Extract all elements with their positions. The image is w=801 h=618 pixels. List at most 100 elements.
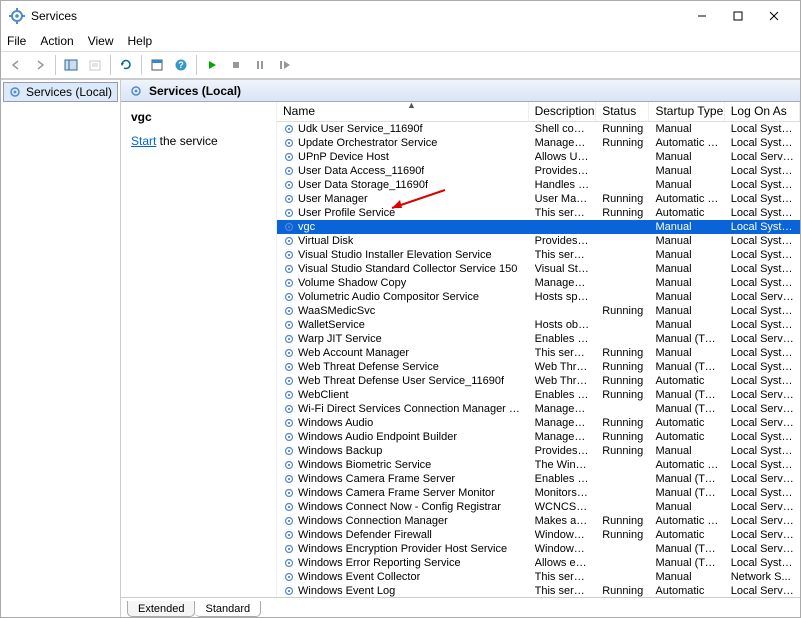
service-row[interactable]: Windows Biometric ServiceThe Windo...Aut… bbox=[277, 458, 800, 472]
service-icon bbox=[283, 459, 295, 471]
service-row[interactable]: Web Threat Defense User Service_11690fWe… bbox=[277, 374, 800, 388]
start-service-link[interactable]: Start bbox=[131, 134, 156, 148]
service-icon bbox=[283, 165, 295, 177]
service-row[interactable]: Update Orchestrator ServiceManages W...R… bbox=[277, 136, 800, 150]
forward-button[interactable] bbox=[29, 54, 51, 76]
service-row[interactable]: UPnP Device HostAllows UPn...ManualLocal… bbox=[277, 150, 800, 164]
service-row[interactable]: Windows Camera Frame Server MonitorMonit… bbox=[277, 486, 800, 500]
service-row[interactable]: Virtual DiskProvides m...ManualLocal Sys… bbox=[277, 234, 800, 248]
service-row[interactable]: Windows Event CollectorThis service ...M… bbox=[277, 570, 800, 584]
content-header: Services (Local) bbox=[121, 80, 800, 102]
service-row[interactable]: Windows Event LogThis service ...Running… bbox=[277, 584, 800, 597]
service-row[interactable]: Web Account ManagerThis service ...Runni… bbox=[277, 346, 800, 360]
service-startup-cell: Manual bbox=[655, 444, 691, 458]
service-name-cell: Web Threat Defense Service bbox=[298, 360, 439, 374]
export-list-button[interactable] bbox=[84, 54, 106, 76]
service-row[interactable]: Visual Studio Standard Collector Service… bbox=[277, 262, 800, 276]
col-header-status[interactable]: Status bbox=[596, 102, 649, 121]
service-icon bbox=[283, 179, 295, 191]
service-icon bbox=[283, 501, 295, 513]
service-status-cell: Running bbox=[602, 136, 643, 150]
service-row[interactable]: Windows Encryption Provider Host Service… bbox=[277, 542, 800, 556]
col-header-description[interactable]: Description bbox=[529, 102, 597, 121]
maximize-button[interactable] bbox=[720, 2, 756, 30]
service-row[interactable]: User ManagerUser Manag...RunningAutomati… bbox=[277, 192, 800, 206]
service-logon-cell: Local Syste... bbox=[731, 220, 794, 234]
tab-extended[interactable]: Extended bbox=[127, 601, 195, 617]
service-row[interactable]: Wi-Fi Direct Services Connection Manager… bbox=[277, 402, 800, 416]
service-row[interactable]: User Data Access_11690fProvides ap...Man… bbox=[277, 164, 800, 178]
restart-service-button[interactable] bbox=[273, 54, 295, 76]
service-row[interactable]: Windows Camera Frame ServerEnables mul..… bbox=[277, 472, 800, 486]
back-button[interactable] bbox=[5, 54, 27, 76]
close-button[interactable] bbox=[756, 2, 792, 30]
col-header-name[interactable]: Name bbox=[277, 102, 529, 121]
service-icon bbox=[283, 571, 295, 583]
toolbar-separator bbox=[55, 55, 56, 75]
service-row[interactable]: Web Threat Defense ServiceWeb Threat ...… bbox=[277, 360, 800, 374]
pause-service-button[interactable] bbox=[249, 54, 271, 76]
service-row[interactable]: WaaSMedicSvcRunningManualLocal Syste... bbox=[277, 304, 800, 318]
service-logon-cell: Local Syste... bbox=[731, 304, 794, 318]
menu-help[interactable]: Help bbox=[128, 34, 153, 48]
service-startup-cell: Manual (Trig... bbox=[655, 360, 718, 374]
service-row[interactable]: Udk User Service_11690fShell comp...Runn… bbox=[277, 122, 800, 136]
minimize-button[interactable] bbox=[684, 2, 720, 30]
service-logon-cell: Local Syste... bbox=[731, 164, 794, 178]
service-status-cell: Running bbox=[602, 388, 643, 402]
service-name-cell: Web Threat Defense User Service_11690f bbox=[298, 374, 504, 388]
properties-button[interactable] bbox=[146, 54, 168, 76]
service-row[interactable]: Windows Connection ManagerMakes auto...R… bbox=[277, 514, 800, 528]
service-startup-cell: Manual bbox=[655, 234, 691, 248]
start-service-button[interactable] bbox=[201, 54, 223, 76]
tree-node-services-local[interactable]: Services (Local) bbox=[3, 82, 118, 102]
service-row[interactable]: Windows BackupProvides Wi...RunningManua… bbox=[277, 444, 800, 458]
menu-action[interactable]: Action bbox=[40, 34, 73, 48]
left-tree-pane[interactable]: Services (Local) bbox=[1, 80, 121, 617]
service-row[interactable]: Warp JIT ServiceEnables JIT ...Manual (T… bbox=[277, 332, 800, 346]
service-row[interactable]: Windows Error Reporting ServiceAllows er… bbox=[277, 556, 800, 570]
service-description-cell: Hosts objec... bbox=[535, 318, 591, 332]
service-logon-cell: Local Service bbox=[731, 472, 794, 486]
service-row[interactable]: Windows Connect Now - Config RegistrarWC… bbox=[277, 500, 800, 514]
service-row[interactable]: User Profile ServiceThis service ...Runn… bbox=[277, 206, 800, 220]
stop-service-button[interactable] bbox=[225, 54, 247, 76]
menu-file[interactable]: File bbox=[7, 34, 26, 48]
service-row[interactable]: Windows Defender FirewallWindows D...Run… bbox=[277, 528, 800, 542]
column-headers: ▲ Name Description Status Startup Type L… bbox=[277, 102, 800, 122]
service-row[interactable]: Windows AudioManages au...RunningAutomat… bbox=[277, 416, 800, 430]
service-startup-cell: Manual bbox=[655, 290, 691, 304]
service-logon-cell: Local Service bbox=[731, 150, 794, 164]
service-status-cell: Running bbox=[602, 584, 643, 597]
tab-standard[interactable]: Standard bbox=[195, 601, 261, 617]
start-service-rest: the service bbox=[156, 134, 217, 148]
service-description-cell: User Manag... bbox=[535, 192, 591, 206]
service-name-cell: User Data Access_11690f bbox=[298, 164, 424, 178]
service-row[interactable]: WebClientEnables Win...RunningManual (Tr… bbox=[277, 388, 800, 402]
service-name-cell: Wi-Fi Direct Services Connection Manager… bbox=[298, 402, 523, 416]
help-button[interactable]: ? bbox=[170, 54, 192, 76]
service-row[interactable]: Visual Studio Installer Elevation Servic… bbox=[277, 248, 800, 262]
bottom-tabs: Extended Standard bbox=[121, 597, 800, 617]
col-header-logon[interactable]: Log On As bbox=[725, 102, 800, 121]
refresh-button[interactable] bbox=[115, 54, 137, 76]
service-row[interactable]: Volume Shadow CopyManages an...ManualLoc… bbox=[277, 276, 800, 290]
service-logon-cell: Local Syste... bbox=[731, 206, 794, 220]
service-rows[interactable]: Udk User Service_11690fShell comp...Runn… bbox=[277, 122, 800, 597]
service-row[interactable]: Windows Audio Endpoint BuilderManages au… bbox=[277, 430, 800, 444]
menu-view[interactable]: View bbox=[88, 34, 114, 48]
service-row[interactable]: vgcManualLocal Syste... bbox=[277, 220, 800, 234]
service-description-cell: Allows UPn... bbox=[535, 150, 591, 164]
service-description-cell: Windows D... bbox=[535, 528, 591, 542]
service-row[interactable]: Volumetric Audio Compositor ServiceHosts… bbox=[277, 290, 800, 304]
show-hide-tree-button[interactable] bbox=[60, 54, 82, 76]
service-startup-cell: Automatic bbox=[655, 584, 704, 597]
service-logon-cell: Local Service bbox=[731, 500, 794, 514]
service-row[interactable]: WalletServiceHosts objec...ManualLocal S… bbox=[277, 318, 800, 332]
col-header-startup[interactable]: Startup Type bbox=[649, 102, 724, 121]
service-description-cell: Allows error... bbox=[535, 556, 591, 570]
header-services-icon bbox=[129, 84, 143, 98]
service-logon-cell: Local Syste... bbox=[731, 360, 794, 374]
service-row[interactable]: User Data Storage_11690fHandles sto...Ma… bbox=[277, 178, 800, 192]
service-icon bbox=[283, 445, 295, 457]
